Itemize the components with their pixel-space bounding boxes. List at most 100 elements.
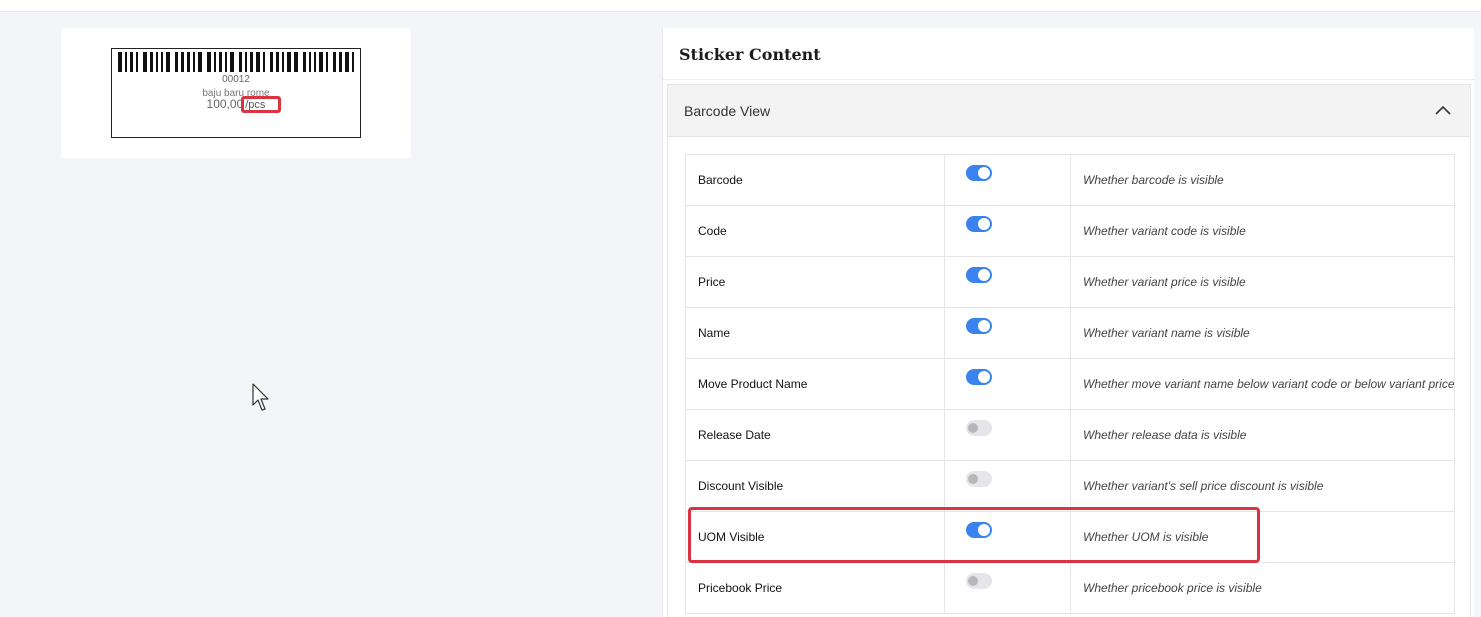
setting-row-name: Name Whether variant name is visible xyxy=(685,307,1455,359)
sticker-price-row: 100,00/pcs xyxy=(112,96,360,113)
barcode-bar xyxy=(303,52,306,72)
barcode-bar xyxy=(166,52,170,72)
setting-row-discount-visible: Discount Visible Whether variant's sell p… xyxy=(685,460,1455,512)
barcode-bar xyxy=(250,52,253,72)
barcode-bar xyxy=(270,52,273,72)
accordion-header[interactable]: Barcode View xyxy=(668,85,1470,137)
barcode-bar xyxy=(287,52,291,72)
barcode-bar xyxy=(282,52,284,72)
barcode-bar xyxy=(207,52,211,72)
barcode-bar xyxy=(314,52,316,72)
setting-description: Whether move variant name below variant … xyxy=(1070,358,1455,410)
setting-toggle-cell xyxy=(944,409,1071,461)
barcode-bar xyxy=(309,52,311,72)
setting-label: Price xyxy=(685,256,945,308)
toggle-knob xyxy=(968,575,978,586)
top-bar xyxy=(0,0,1481,12)
setting-toggle-cell xyxy=(944,460,1071,512)
toggle-knob xyxy=(979,167,989,178)
barcode-bar xyxy=(294,52,298,72)
barcode-bar xyxy=(181,52,184,72)
barcode-bar xyxy=(345,52,349,72)
toggle-switch-release-date[interactable] xyxy=(966,419,992,436)
barcode-bar xyxy=(156,52,158,72)
setting-label: Move Product Name xyxy=(685,358,945,410)
setting-row-move-product-name: Move Product Name Whether move variant na… xyxy=(685,358,1455,410)
sticker-uom: /pcs xyxy=(245,99,266,111)
setting-toggle-cell xyxy=(944,562,1071,614)
toggle-knob xyxy=(979,218,989,229)
barcode-graphic xyxy=(118,52,354,72)
setting-row-barcode: Barcode Whether barcode is visible xyxy=(685,154,1455,206)
toggle-switch-pricebook-price[interactable] xyxy=(966,572,992,589)
setting-toggle-cell xyxy=(944,307,1071,359)
barcode-bar xyxy=(118,52,122,72)
barcode-bar xyxy=(256,52,260,72)
toggle-switch-move-product-name[interactable] xyxy=(966,368,992,385)
toggle-knob xyxy=(979,371,989,382)
setting-label: Barcode xyxy=(685,154,945,206)
setting-description: Whether pricebook price is visible xyxy=(1070,562,1455,614)
toggle-switch-price[interactable] xyxy=(966,266,992,283)
barcode-bar xyxy=(125,52,127,72)
barcode-bar xyxy=(319,52,323,72)
barcode-bar xyxy=(143,52,147,72)
sticker-uom-wrapper: /pcs xyxy=(241,96,282,113)
barcode-bar xyxy=(230,52,234,72)
setting-label: Release Date xyxy=(685,409,945,461)
setting-toggle-cell xyxy=(944,154,1071,206)
barcode-bar xyxy=(239,52,242,72)
setting-label: UOM Visible xyxy=(685,511,945,563)
sticker-preview: 00012 baju baru rome 100,00/pcs xyxy=(111,48,361,138)
toggle-switch-code[interactable] xyxy=(966,215,992,232)
barcode-bar xyxy=(225,52,227,72)
setting-row-uom-visible: UOM Visible Whether UOM is visible xyxy=(685,511,1455,563)
sticker-preview-card: 00012 baju baru rome 100,00/pcs xyxy=(61,28,411,158)
toggle-knob xyxy=(968,422,978,433)
setting-description: Whether variant price is visible xyxy=(1070,256,1455,308)
barcode-bar xyxy=(263,52,265,72)
barcode-bar xyxy=(333,52,336,72)
toggle-switch-barcode[interactable] xyxy=(966,164,992,181)
setting-description: Whether variant name is visible xyxy=(1070,307,1455,359)
setting-toggle-cell xyxy=(944,256,1071,308)
barcode-bar xyxy=(276,52,279,72)
barcode-bar xyxy=(187,52,190,72)
setting-toggle-cell xyxy=(944,511,1071,563)
barcode-bar xyxy=(352,52,354,72)
barcode-bar xyxy=(219,52,222,72)
toggle-switch-uom-visible[interactable] xyxy=(966,521,992,538)
setting-row-code: Code Whether variant code is visible xyxy=(685,205,1455,257)
barcode-bar xyxy=(339,52,342,72)
toggle-switch-discount-visible[interactable] xyxy=(966,470,992,487)
barcode-bar xyxy=(193,52,195,72)
toggle-knob xyxy=(979,320,989,331)
toggle-knob xyxy=(968,473,978,484)
mouse-cursor-icon xyxy=(252,383,269,411)
barcode-bar xyxy=(175,52,178,72)
setting-row-pricebook-price: Pricebook Price Whether pricebook price i… xyxy=(685,562,1455,614)
sticker-code: 00012 xyxy=(222,74,250,85)
barcode-bar xyxy=(130,52,133,72)
barcode-bar xyxy=(161,52,163,72)
setting-toggle-cell xyxy=(944,205,1071,257)
sticker-content-card: Sticker Content Barcode View Barcode Whet… xyxy=(662,28,1475,617)
barcode-bar xyxy=(198,52,202,72)
sticker-price: 100,00 xyxy=(206,97,244,111)
setting-label: Discount Visible xyxy=(685,460,945,512)
setting-description: Whether barcode is visible xyxy=(1070,154,1455,206)
barcode-bar xyxy=(150,52,153,72)
toggle-knob xyxy=(979,524,989,535)
card-title: Sticker Content xyxy=(679,45,821,64)
settings-table: Barcode Whether barcode is visible Code Whe… xyxy=(685,154,1455,614)
toggle-switch-name[interactable] xyxy=(966,317,992,334)
barcode-view-accordion: Barcode View Barcode Whether barcode is v… xyxy=(667,84,1471,617)
setting-toggle-cell xyxy=(944,358,1071,410)
toggle-knob xyxy=(979,269,989,280)
setting-row-release-date: Release Date Whether release data is visi… xyxy=(685,409,1455,461)
setting-description: Whether variant code is visible xyxy=(1070,205,1455,257)
barcode-bar xyxy=(214,52,216,72)
chevron-up-icon[interactable] xyxy=(1434,103,1452,117)
setting-label: Name xyxy=(685,307,945,359)
setting-label: Pricebook Price xyxy=(685,562,945,614)
